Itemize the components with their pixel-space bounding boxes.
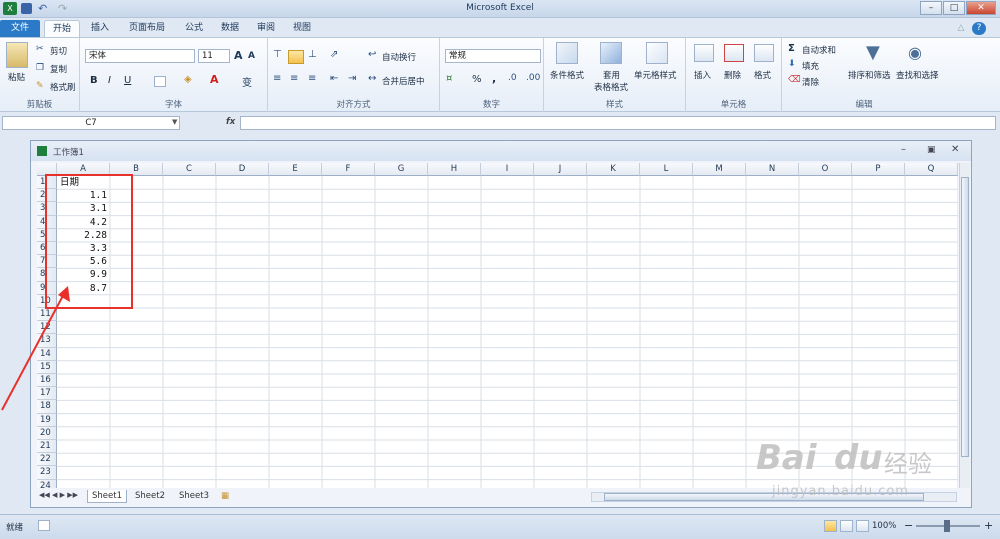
macro-record-icon[interactable] <box>38 520 50 531</box>
normal-view-icon[interactable] <box>824 520 837 532</box>
watermark-brand: Bai <box>756 438 817 478</box>
watermark-suffix: 经验 <box>884 450 932 478</box>
status-ready: 就绪 <box>6 523 24 533</box>
zoom-in-button[interactable]: + <box>984 519 993 532</box>
watermark-brand-2: du <box>834 438 883 478</box>
status-bar: 就绪 100% − + <box>0 514 1000 539</box>
annotation-box <box>45 174 133 309</box>
page-layout-view-icon[interactable] <box>840 520 853 532</box>
annotation-arrow <box>1 289 67 411</box>
page-break-view-icon[interactable] <box>856 520 869 532</box>
zoom-slider-thumb[interactable] <box>944 520 950 532</box>
zoom-level[interactable]: 100% <box>872 521 896 531</box>
baidu-watermark: Bai du 经验 jingyan.baidu.com <box>748 438 948 508</box>
watermark-url: jingyan.baidu.com <box>772 484 909 499</box>
zoom-out-button[interactable]: − <box>904 519 913 532</box>
